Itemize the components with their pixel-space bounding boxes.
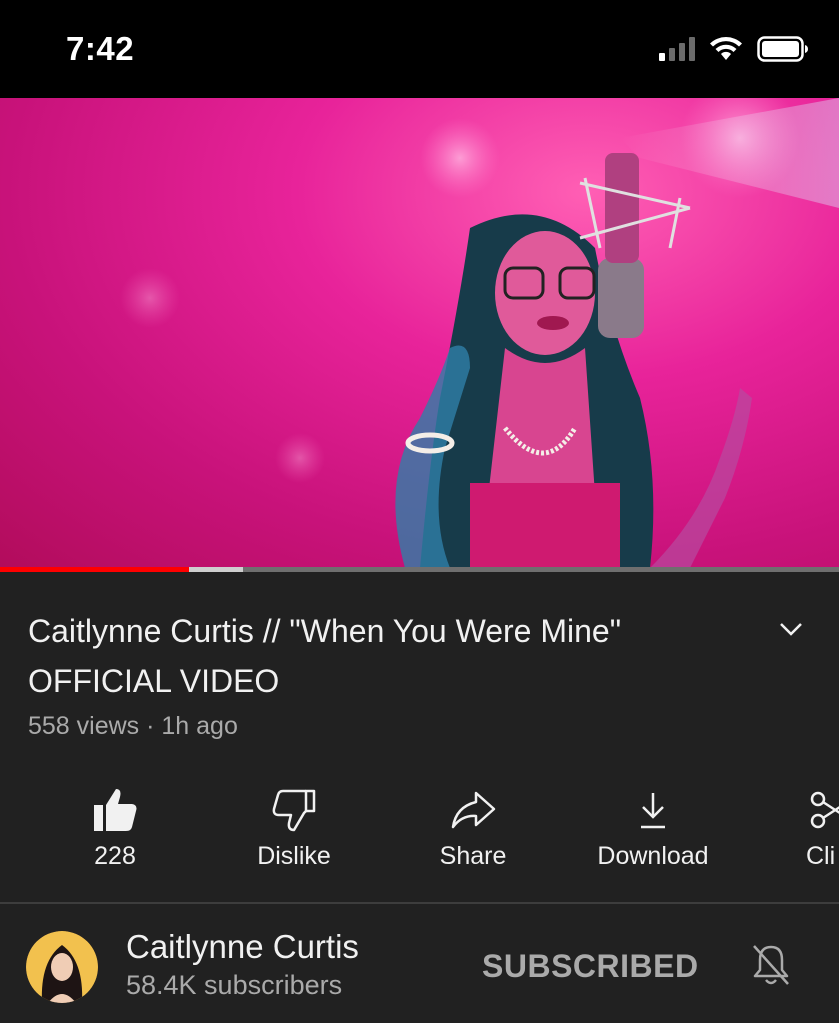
status-time: 7:42 <box>66 30 135 67</box>
download-icon <box>641 793 665 829</box>
thumbs-up-icon <box>94 789 137 831</box>
clip-label: Cli <box>806 842 836 870</box>
scissors-icon <box>810 791 839 829</box>
like-button[interactable]: 228 <box>25 780 205 871</box>
video-player[interactable] <box>0 98 839 568</box>
share-button[interactable]: Share <box>383 780 563 871</box>
status-bar: 7:42 <box>0 0 839 98</box>
download-button[interactable]: Download <box>563 780 743 871</box>
avatar-image <box>26 931 98 1003</box>
dislike-label: Dislike <box>257 842 331 870</box>
thumbs-down-icon <box>272 789 316 832</box>
status-icons <box>659 36 809 62</box>
subscribed-button[interactable]: SUBSCRIBED <box>482 948 699 985</box>
bell-off-icon[interactable] <box>748 942 794 988</box>
cellular-signal-icon <box>659 37 695 61</box>
channel-avatar[interactable] <box>26 931 98 1003</box>
dislike-button[interactable]: Dislike <box>204 780 384 871</box>
chevron-down-icon[interactable] <box>776 614 806 644</box>
action-bar: 228 Dislike Share Download Cli <box>0 780 839 890</box>
subscriber-count: 58.4K subscribers <box>126 970 343 1000</box>
share-label: Share <box>439 842 507 870</box>
video-played-indicator <box>0 567 189 572</box>
video-meta: 558 views · 1h ago <box>28 712 238 740</box>
video-frame <box>120 98 839 568</box>
divider <box>0 902 839 904</box>
download-label: Download <box>597 842 709 870</box>
battery-icon <box>757 36 808 62</box>
video-title[interactable]: Caitlynne Curtis // "When You Were Mine"… <box>28 606 728 706</box>
channel-name[interactable]: Caitlynne Curtis <box>126 928 359 966</box>
video-progress-bar[interactable] <box>0 567 839 572</box>
wifi-icon <box>710 37 742 60</box>
like-count: 228 <box>94 842 136 870</box>
share-icon <box>451 791 496 829</box>
clip-button[interactable]: Cli <box>806 780 839 871</box>
